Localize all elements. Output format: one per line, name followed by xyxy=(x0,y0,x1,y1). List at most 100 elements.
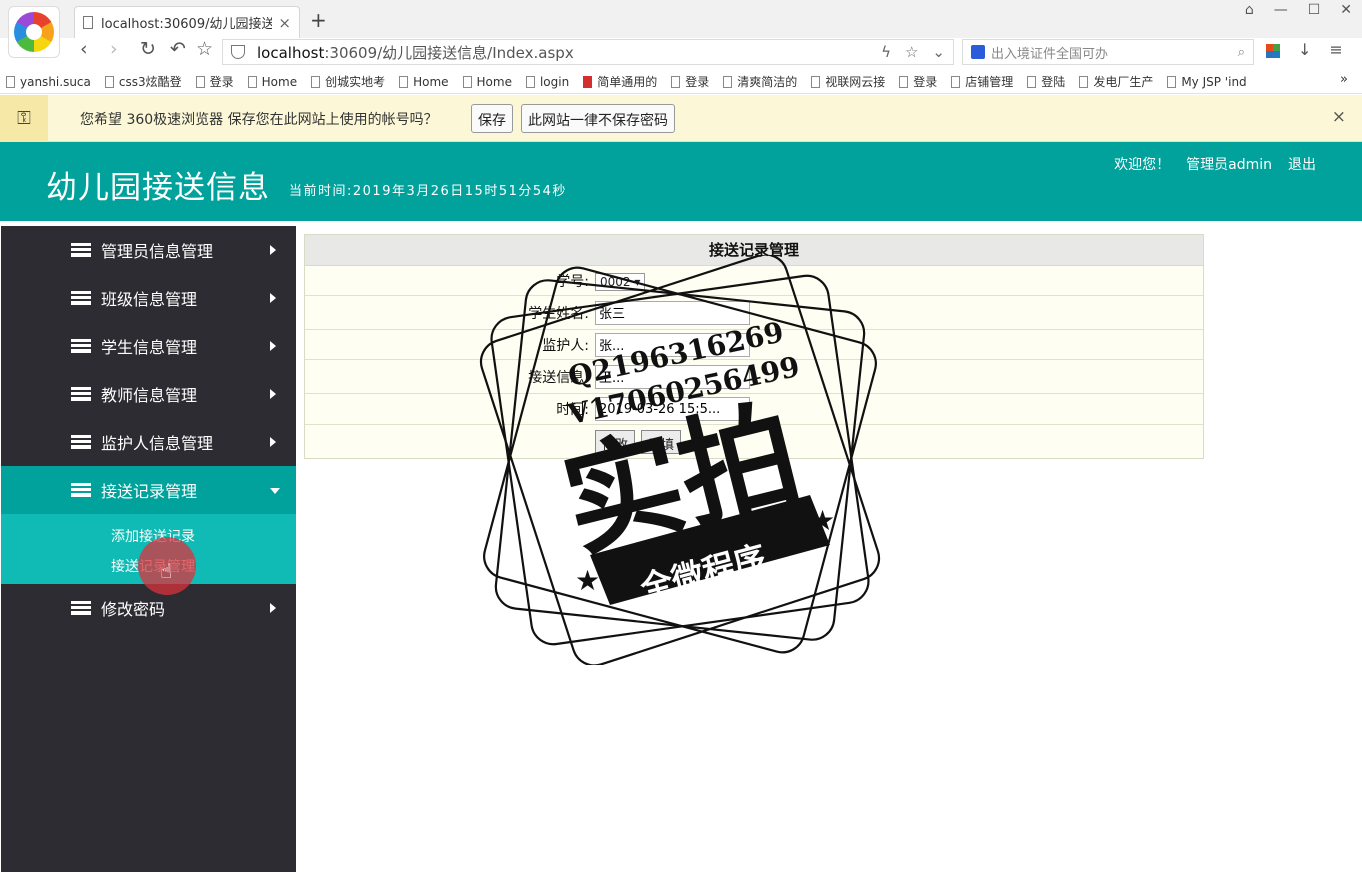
apps-icon[interactable] xyxy=(1266,44,1280,58)
bookmark-page-icon xyxy=(1079,75,1089,88)
star-icon[interactable]: ☆ xyxy=(196,38,213,60)
bookmark-label: 登录 xyxy=(913,75,938,89)
password-save-bar: ⚿ 您希望 360极速浏览器 保存您在此网站上使用的帐号吗？ 保存 此网站一律不… xyxy=(0,95,1362,142)
minimize-button[interactable]: — xyxy=(1274,2,1288,18)
bookmarks-more-icon[interactable]: » xyxy=(1340,72,1348,87)
key-icon: ⚿ xyxy=(0,95,48,142)
bookmark-page-icon xyxy=(951,75,961,88)
undo-icon[interactable]: ↶ xyxy=(170,38,186,60)
logout-link[interactable]: 退出 xyxy=(1288,154,1316,174)
user-name[interactable]: 管理员admin xyxy=(1186,154,1272,174)
browser-logo-icon[interactable] xyxy=(8,6,60,58)
browser-navbar: ‹ › ↻ ↶ ☆ localhost:30609/幼儿园接送信息/Index.… xyxy=(0,38,1362,68)
search-icon[interactable]: ⌕ xyxy=(1238,45,1245,60)
bookmark-item[interactable]: css3炫酷登 xyxy=(104,73,182,90)
sidebar-item-label: 接送记录管理 xyxy=(101,482,198,501)
bookmark-page-icon xyxy=(462,75,472,88)
save-password-button[interactable]: 保存 xyxy=(471,104,513,133)
bookmark-item[interactable]: 清爽简洁的 xyxy=(723,73,797,90)
sidebar-item-label: 监护人信息管理 xyxy=(101,434,214,453)
form-row: 接送信息: xyxy=(305,360,1203,394)
stack-icon xyxy=(71,387,91,401)
sidebar-item-pickup[interactable]: 接送记录管理 xyxy=(1,466,296,514)
lightning-icon[interactable]: ϟ xyxy=(881,43,891,61)
bookmark-star-icon[interactable]: ☆ xyxy=(905,43,918,61)
bookmark-label: 创城实地考 xyxy=(325,75,386,89)
pickup-info-field[interactable] xyxy=(595,364,750,389)
sidebar-item-admin[interactable]: 管理员信息管理 xyxy=(1,226,296,274)
bookmark-item[interactable]: Home xyxy=(247,74,298,89)
student-id-select[interactable]: 0002 ▾ xyxy=(595,272,646,291)
welcome-text: 欢迎您！ xyxy=(1114,157,1171,173)
never-save-button[interactable]: 此网站一律不保存密码 xyxy=(521,104,675,133)
bookmark-item[interactable]: 创城实地考 xyxy=(311,73,385,90)
bookmark-item[interactable]: My JSP 'ind xyxy=(1167,75,1247,89)
stack-icon xyxy=(71,243,91,257)
bookmark-page-icon xyxy=(1027,75,1037,88)
chevron-right-icon xyxy=(270,293,276,303)
chevron-down-icon xyxy=(270,488,280,494)
bookmark-item[interactable]: 发电厂生产 xyxy=(1079,73,1153,90)
bookmark-item[interactable]: 店铺管理 xyxy=(951,73,1013,90)
browser-tab[interactable]: localhost:30609/幼儿园接送信息 × xyxy=(74,6,300,38)
bookmark-item[interactable]: login xyxy=(525,74,570,89)
reset-button[interactable]: 重填 xyxy=(641,429,682,454)
submit-button[interactable]: 修改 xyxy=(595,429,636,454)
back-arrow-icon[interactable]: ‹ xyxy=(80,38,88,60)
sidebar-item-password[interactable]: 修改密码 xyxy=(1,584,296,632)
bookmark-item[interactable]: 登录 xyxy=(671,73,709,90)
close-window-button[interactable]: ✕ xyxy=(1340,2,1352,18)
bookmark-item[interactable]: 登陆 xyxy=(1027,73,1065,90)
search-box[interactable]: 出入境证件全国可办 ⌕ xyxy=(962,39,1254,65)
dropdown-chevron-icon[interactable]: ⌄ xyxy=(932,43,945,61)
bookmark-item[interactable]: yanshi.suca xyxy=(6,75,91,89)
baidu-icon xyxy=(971,45,985,59)
bookmark-item[interactable]: 登录 xyxy=(899,73,937,90)
bookmark-item[interactable]: 登录 xyxy=(195,73,234,90)
chevron-right-icon xyxy=(270,389,276,399)
bookmark-label: Home xyxy=(413,74,449,89)
reload-icon[interactable]: ↻ xyxy=(140,38,156,60)
bookmark-item[interactable]: Home xyxy=(399,74,449,89)
menu-icon[interactable]: ≡ xyxy=(1329,40,1342,59)
form-row: 监护人: xyxy=(305,330,1203,360)
student-name-field[interactable] xyxy=(595,300,750,325)
hand-cursor-icon: ☝ xyxy=(160,559,173,583)
address-url[interactable]: localhost:30609/幼儿园接送信息/Index.aspx xyxy=(257,42,881,63)
security-shield-icon xyxy=(231,45,245,59)
stack-icon xyxy=(71,483,91,497)
bookmark-label: Home xyxy=(261,74,298,89)
chevron-right-icon xyxy=(270,245,276,255)
form-row: 时间: xyxy=(305,394,1203,425)
maximize-button[interactable]: ☐ xyxy=(1308,2,1321,18)
bookmark-item[interactable]: Home xyxy=(462,75,512,89)
bookmark-page-icon xyxy=(195,75,205,88)
bookmarks-bar: yanshi.suca css3炫酷登 登录 Home 创城实地考 Home Home log… xyxy=(0,70,1362,94)
form-title: 接送记录管理 xyxy=(305,235,1203,266)
time-field[interactable] xyxy=(595,397,750,421)
bookmark-item[interactable]: 简单通用的 xyxy=(583,73,657,90)
sidebar-item-student[interactable]: 学生信息管理 xyxy=(1,322,296,370)
forward-arrow-icon[interactable]: › xyxy=(110,38,118,60)
skin-icon[interactable]: ⌂ xyxy=(1245,2,1254,18)
bookmark-item[interactable]: 视联网云接 xyxy=(811,73,885,90)
search-input[interactable]: 出入境证件全国可办 xyxy=(991,43,1238,62)
sidebar-item-teacher[interactable]: 教师信息管理 xyxy=(1,370,296,418)
download-icon[interactable]: ↓ xyxy=(1298,40,1311,59)
bookmark-page-icon xyxy=(525,75,535,88)
sidebar-item-class[interactable]: 班级信息管理 xyxy=(1,274,296,322)
address-bar[interactable]: localhost:30609/幼儿园接送信息/Index.aspx ϟ ☆ ⌄ xyxy=(222,39,954,65)
bookmark-label: login xyxy=(539,74,570,89)
new-tab-button[interactable]: + xyxy=(310,8,327,32)
field-label: 监护人: xyxy=(542,337,589,354)
form-row: 学生姓名: xyxy=(305,296,1203,330)
sidebar-item-guardian[interactable]: 监护人信息管理 xyxy=(1,418,296,466)
bookmark-label: 视联网云接 xyxy=(825,75,886,89)
guardian-field[interactable] xyxy=(595,332,750,357)
bookmark-label: yanshi.suca xyxy=(20,74,91,89)
tab-close-icon[interactable]: × xyxy=(278,14,291,32)
sidebar-item-label: 学生信息管理 xyxy=(101,338,198,357)
close-icon[interactable]: × xyxy=(1332,107,1346,127)
current-time: 当前时间:2019年3月26日15时51分54秒 xyxy=(289,184,567,199)
form-row: 学号: 0002 ▾ xyxy=(305,266,1203,296)
